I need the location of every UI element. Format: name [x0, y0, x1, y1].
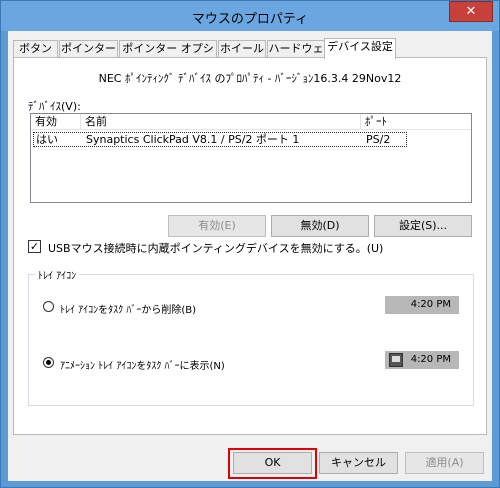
column-header-enabled[interactable]: 有効: [31, 114, 81, 130]
tab-device-settings[interactable]: デバイス設定: [324, 38, 396, 59]
cancel-button[interactable]: キャンセル: [319, 452, 398, 474]
device-list[interactable]: 有効 名前 ﾎﾟｰﾄ はい Synaptics ClickPad V8.1 / …: [30, 113, 472, 203]
device-name-cell: Synaptics ClickPad V8.1 / PS/2 ポート 1: [86, 133, 300, 146]
device-list-row[interactable]: はい Synaptics ClickPad V8.1 / PS/2 ポート 1 …: [33, 132, 407, 147]
devices-label: ﾃﾞﾊﾞｲｽ(V):: [28, 100, 81, 113]
ok-button[interactable]: OK: [233, 452, 312, 474]
driver-version-text: NEC ﾎﾟｲﾝﾃｨﾝｸﾞ ﾃﾞﾊﾞｲｽ のﾌﾟﾛﾊﾟﾃｨ - ﾊﾞｰｼﾞｮﾝ1…: [98, 72, 402, 85]
device-settings-panel: NEC ﾎﾟｲﾝﾃｨﾝｸﾞ ﾃﾞﾊﾞｲｽ のﾌﾟﾛﾊﾟﾃｨ - ﾊﾞｰｼﾞｮﾝ1…: [13, 57, 487, 435]
close-button[interactable]: ✕: [449, 1, 493, 22]
tray-preview-animated-time: 4:20 PM: [410, 354, 451, 365]
enable-button[interactable]: 有効(E): [168, 215, 266, 237]
settings-button[interactable]: 設定(S)...: [374, 215, 472, 237]
tab-wheel[interactable]: ホイール: [218, 40, 266, 58]
remove-tray-icon-label[interactable]: ﾄﾚｲ ｱｲｺﾝをﾀｽｸ ﾊﾞｰから削除(B): [60, 301, 196, 316]
column-header-name[interactable]: 名前: [81, 114, 361, 130]
device-list-header: 有効 名前 ﾎﾟｰﾄ: [31, 114, 471, 130]
tray-preview-plain: 4:20 PM: [385, 296, 459, 314]
show-tray-icon-radio[interactable]: [43, 357, 54, 368]
mouse-properties-window: マウスのプロパティ ✕ ボタン ポインター ポインター オプション ホイール ハ…: [0, 0, 500, 488]
window-title: マウスのプロパティ: [191, 12, 309, 27]
column-header-port[interactable]: ﾎﾟｰﾄ: [361, 114, 471, 130]
tab-buttons[interactable]: ボタン: [13, 40, 58, 58]
device-enabled-cell: はい: [36, 133, 58, 146]
tray-preview-plain-time: 4:20 PM: [410, 299, 451, 310]
apply-button[interactable]: 適用(A): [405, 452, 484, 474]
dialog-button-bar: OK キャンセル 適用(A): [8, 435, 492, 481]
remove-tray-icon-radio[interactable]: [43, 301, 54, 312]
disable-button[interactable]: 無効(D): [271, 215, 369, 237]
tab-pointers[interactable]: ポインター: [59, 40, 118, 58]
tray-preview-animated: 4:20 PM: [385, 351, 459, 369]
device-port-cell: PS/2: [366, 133, 391, 146]
tab-hardware[interactable]: ハードウェア: [267, 40, 325, 71]
disable-on-usb-checkbox[interactable]: ✓: [28, 240, 41, 253]
tray-icon-group-title: ﾄﾚｲ ｱｲｺﾝ: [35, 267, 80, 282]
title-bar[interactable]: マウスのプロパティ ✕: [1, 1, 499, 31]
disable-on-usb-label[interactable]: USBマウス接続時に内蔵ポインティングデバイスを無効にする。(U): [48, 240, 383, 256]
touchpad-tray-icon: [389, 353, 403, 367]
tab-pointer-options[interactable]: ポインター オプション: [119, 40, 217, 71]
tray-icon-group: ﾄﾚｲ ｱｲｺﾝ ﾄﾚｲ ｱｲｺﾝをﾀｽｸ ﾊﾞｰから削除(B) 4:20 PM…: [28, 267, 474, 406]
dialog-client-area: ボタン ポインター ポインター オプション ホイール ハードウェア デバイス設定…: [8, 31, 492, 481]
show-tray-icon-label[interactable]: ｱﾆﾒｰｼｮﾝ ﾄﾚｲ ｱｲｺﾝをﾀｽｸ ﾊﾞｰに表示(N): [60, 357, 225, 372]
